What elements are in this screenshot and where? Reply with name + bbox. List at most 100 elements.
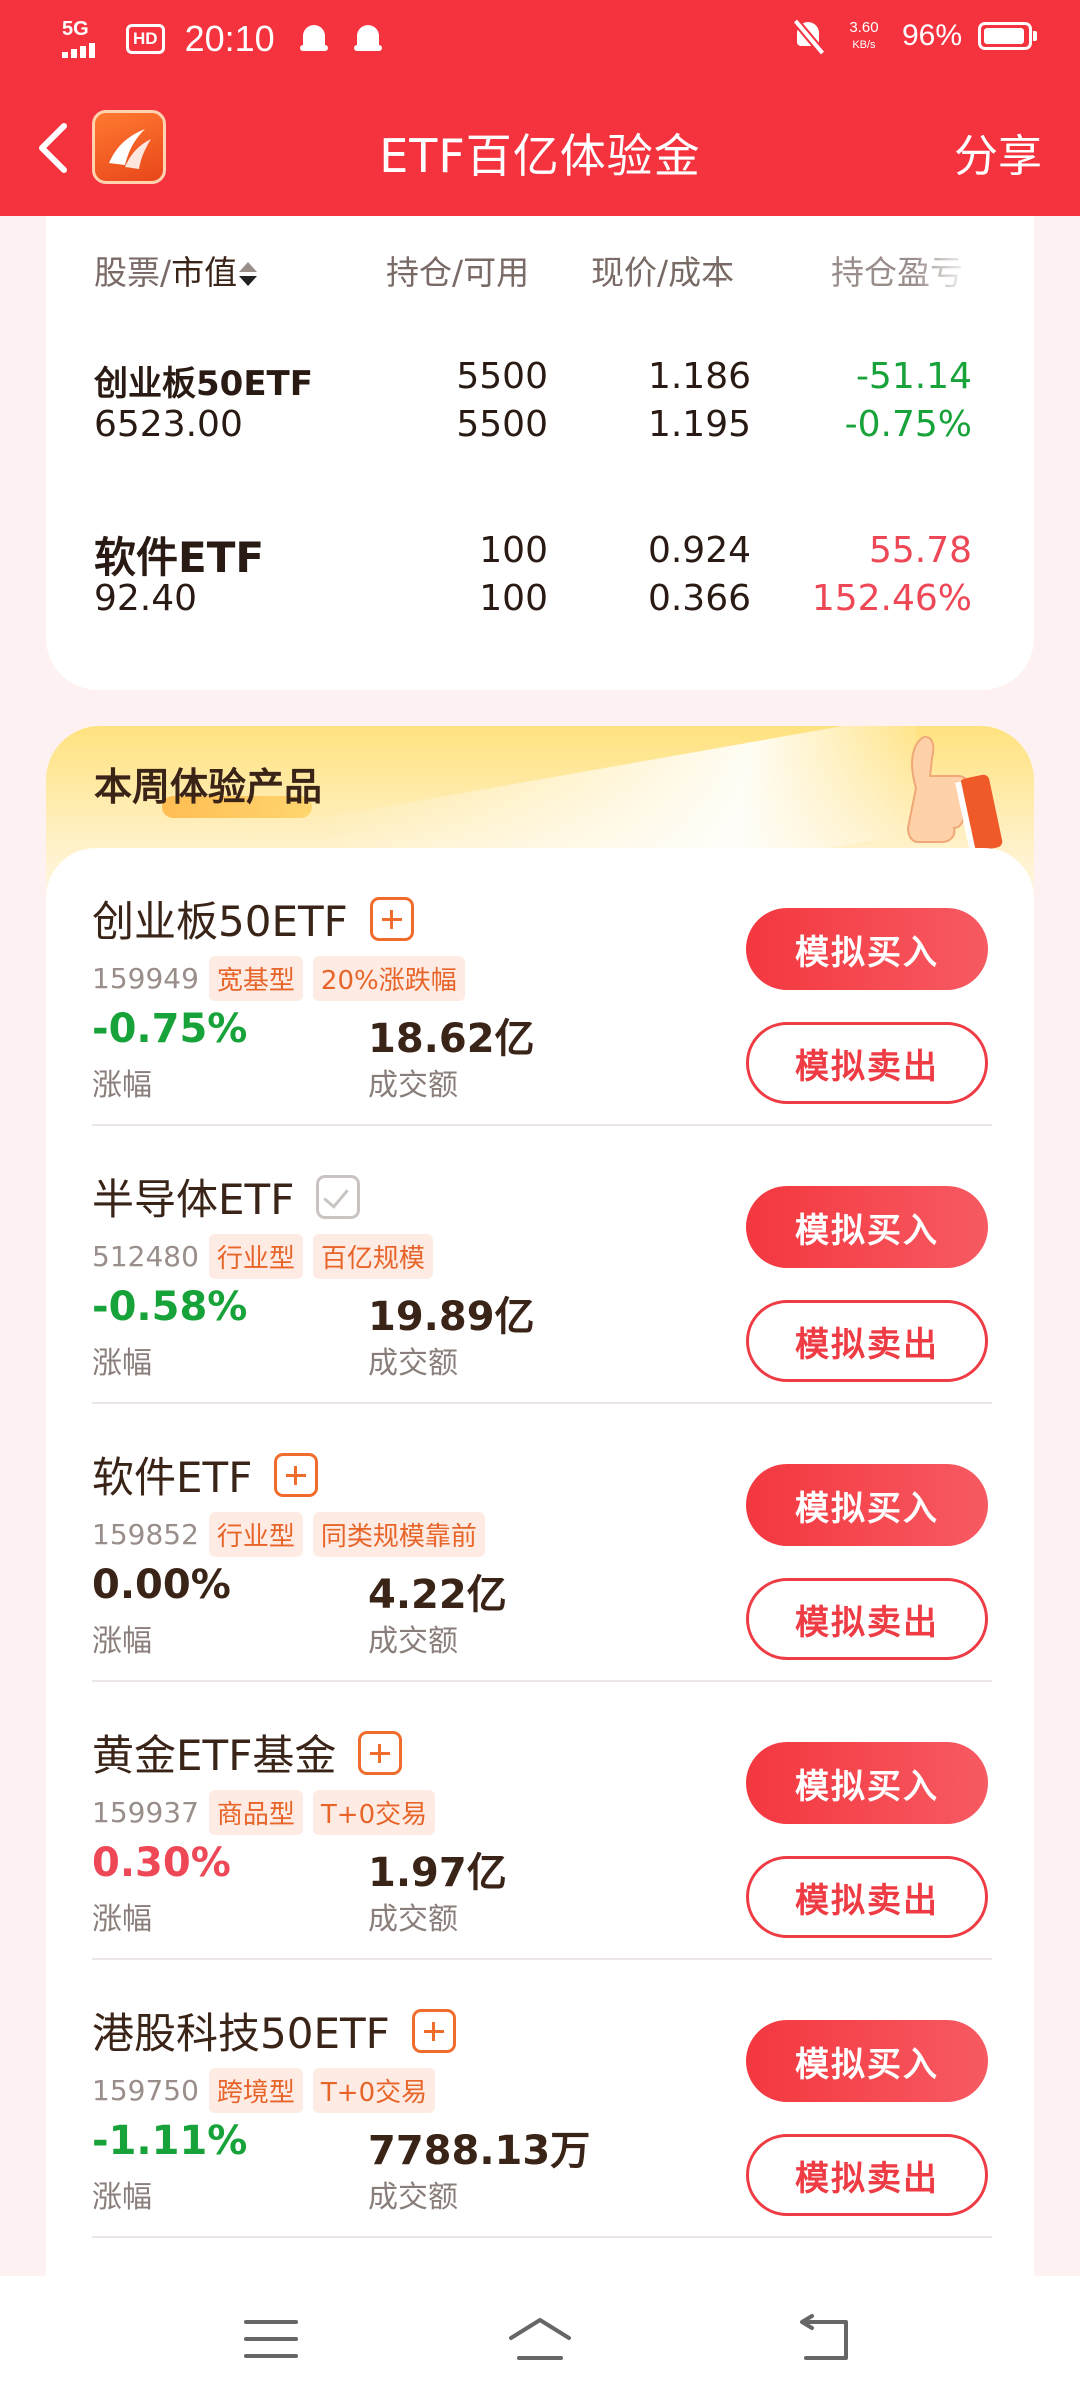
product-code: 512480 <box>92 1240 199 1273</box>
volume-label: 成交额 <box>368 1902 458 1937</box>
add-watchlist-icon[interactable] <box>358 1730 403 1775</box>
change-label: 涨幅 <box>92 1346 152 1381</box>
col-pl-label: 持仓盈亏 <box>831 253 963 292</box>
product-tag: 行业型 <box>208 1234 303 1279</box>
col-stock-mv[interactable]: 股票/市值 <box>94 246 259 294</box>
volume-label: 成交额 <box>368 2180 458 2215</box>
product-change: -0.75% <box>92 1006 248 1052</box>
product-change: -1.11% <box>92 2118 248 2164</box>
battery-percent: 96% <box>901 19 962 52</box>
sort-icon[interactable] <box>237 260 259 290</box>
share-button[interactable]: 分享 <box>954 120 1042 184</box>
product-volume: 7788.13万 <box>368 2128 591 2174</box>
product-change: 0.00% <box>92 1562 231 1608</box>
home-button[interactable] <box>505 2314 575 2364</box>
holding-pl-pct: 152.46% <box>811 578 972 619</box>
product-tag: 行业型 <box>208 1512 303 1557</box>
product-volume: 18.62亿 <box>368 1016 535 1062</box>
simulate-buy-button[interactable]: 模拟买入 <box>746 2020 988 2102</box>
product-tag: T+0交易 <box>312 2068 436 2113</box>
products-list: 创业板50ETF 159949 宽基型 20%涨跌幅 -0.75% 涨幅 18.… <box>46 848 1034 2276</box>
product-name[interactable]: 黄金ETF基金 <box>92 1722 336 1783</box>
product-code: 159852 <box>92 1518 199 1551</box>
product-code: 159949 <box>92 962 199 995</box>
holding-pl: 55.78 <box>868 530 972 571</box>
network-speed: 3.60 KB/s <box>842 18 886 53</box>
product-name[interactable]: 创业板50ETF <box>92 888 348 949</box>
system-nav-bar <box>0 2276 1080 2400</box>
simulate-buy-button[interactable]: 模拟买入 <box>746 1464 988 1546</box>
divider <box>92 2236 992 2238</box>
back-arrow-icon <box>800 2314 848 2360</box>
product-item: 创业板50ETF 159949 宽基型 20%涨跌幅 -0.75% 涨幅 18.… <box>46 848 1034 1126</box>
add-watchlist-icon[interactable] <box>411 2008 456 2053</box>
holding-cost: 1.195 <box>647 404 751 445</box>
notification-bell-icon <box>299 23 329 55</box>
holding-price: 1.186 <box>647 356 751 397</box>
add-watchlist-icon[interactable] <box>369 896 414 941</box>
holdings-header: 股票/市值 持仓/可用 现价/成本 持仓盈亏 <box>46 246 1034 296</box>
clock: 20:10 <box>184 18 275 59</box>
simulate-sell-button[interactable]: 模拟卖出 <box>746 2134 988 2216</box>
product-tag: 商品型 <box>208 1790 303 1835</box>
product-change: -0.58% <box>92 1284 248 1330</box>
app-header: ETF百亿体验金 分享 <box>0 96 1080 206</box>
back-nav-button[interactable] <box>790 2314 860 2364</box>
simulate-sell-button[interactable]: 模拟卖出 <box>746 1300 988 1382</box>
product-volume: 1.97亿 <box>368 1850 507 1896</box>
network-speed-unit: KB/s <box>852 38 876 51</box>
volume-label: 成交额 <box>368 1346 458 1381</box>
col-price-label: 现价/成本 <box>591 253 735 292</box>
holding-cost: 0.366 <box>647 578 751 619</box>
holding-avail: 5500 <box>456 404 548 445</box>
status-bar: 5G HD 20:10 3.60 KB/s 96% <box>0 0 1080 80</box>
holdings-card: 股票/市值 持仓/可用 现价/成本 持仓盈亏 创业板50ETF 6523.00 … <box>46 216 1034 690</box>
hd-voice-icon: HD <box>126 24 165 54</box>
product-tag: 20%涨跌幅 <box>312 956 465 1001</box>
holding-price: 0.924 <box>647 530 751 571</box>
products-section: 本周体验产品 创业板50ETF 159949 宽基型 20%涨跌幅 -0.75%… <box>46 726 1034 2276</box>
network-type: 5G <box>62 18 89 40</box>
change-label: 涨幅 <box>92 1902 152 1937</box>
notification-bell-icon-2 <box>353 23 383 55</box>
product-code: 159937 <box>92 1796 199 1829</box>
menu-button[interactable] <box>236 2314 306 2364</box>
holding-row[interactable]: 创业板50ETF 6523.00 5500 5500 1.186 1.195 -… <box>46 356 1034 456</box>
holding-pl: -51.14 <box>855 356 972 397</box>
menu-icon <box>244 2320 298 2358</box>
page-title: ETF百亿体验金 <box>379 129 701 183</box>
cellular-signal-icon: 5G <box>62 19 112 59</box>
holding-avail: 100 <box>479 578 548 619</box>
change-label: 涨幅 <box>92 1068 152 1103</box>
add-watchlist-icon[interactable] <box>274 1452 319 1497</box>
col-mv-label: 市值 <box>171 253 238 292</box>
volume-label: 成交额 <box>368 1068 458 1103</box>
network-speed-value: 3.60 <box>849 18 879 36</box>
product-item: 半导体ETF 512480 行业型 百亿规模 -0.58% 涨幅 19.89亿 … <box>46 1126 1034 1404</box>
simulate-buy-button[interactable]: 模拟买入 <box>746 908 988 990</box>
product-name[interactable]: 港股科技50ETF <box>92 2000 390 2061</box>
product-tag: 百亿规模 <box>312 1234 433 1279</box>
holding-qty: 100 <box>479 530 548 571</box>
simulate-buy-button[interactable]: 模拟买入 <box>746 1742 988 1824</box>
product-code: 159750 <box>92 2074 199 2107</box>
product-item: 港股科技50ETF 159750 跨境型 T+0交易 -1.11% 涨幅 778… <box>46 1960 1034 2238</box>
holding-market-value: 92.40 <box>94 578 198 619</box>
top-bar: 5G HD 20:10 3.60 KB/s 96% ETF百亿体验金 分享 <box>0 0 1080 216</box>
simulate-sell-button[interactable]: 模拟卖出 <box>746 1856 988 1938</box>
simulate-buy-button[interactable]: 模拟买入 <box>746 1186 988 1268</box>
product-tag: 宽基型 <box>208 956 303 1001</box>
simulate-sell-button[interactable]: 模拟卖出 <box>746 1022 988 1104</box>
mute-icon <box>792 18 826 54</box>
product-volume: 19.89亿 <box>368 1294 535 1340</box>
product-name[interactable]: 半导体ETF <box>92 1166 294 1227</box>
thumbs-up-icon <box>906 736 1003 852</box>
product-tag: 同类规模靠前 <box>312 1512 485 1557</box>
col-stock-label: 股票/ <box>94 253 172 292</box>
change-label: 涨幅 <box>92 2180 152 2215</box>
holding-row[interactable]: 软件ETF 92.40 100 100 0.924 0.366 55.78 15… <box>46 530 1034 630</box>
added-check-icon[interactable] <box>316 1174 361 1219</box>
product-name[interactable]: 软件ETF <box>92 1444 252 1505</box>
holding-name: 软件ETF <box>94 533 265 582</box>
simulate-sell-button[interactable]: 模拟卖出 <box>746 1578 988 1660</box>
